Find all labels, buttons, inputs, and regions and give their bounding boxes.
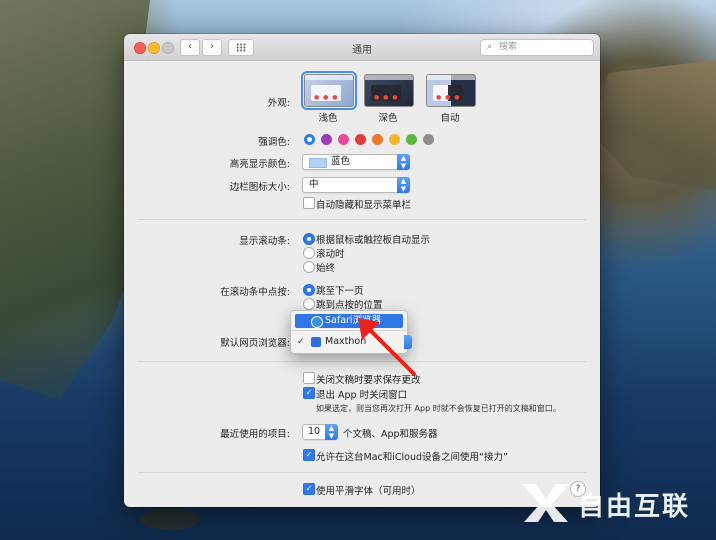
scrollbars-auto-label: 根据鼠标或触控板自动显示 — [316, 235, 431, 246]
recent-items-suffix: 个文稿、App和服务器 — [343, 429, 438, 440]
jump-next-page-radio[interactable] — [303, 284, 315, 296]
auto-hide-menubar-checkbox[interactable] — [303, 197, 315, 209]
wallpaper-rock — [140, 508, 200, 530]
ask-save-on-close-checkbox[interactable] — [303, 372, 315, 384]
appearance-auto-thumb[interactable]: ● ● ● — [426, 74, 476, 107]
default-browser-label: 默认网页浏览器: — [220, 338, 290, 349]
auto-hide-menubar-label: 自动隐藏和显示菜单栏 — [316, 200, 412, 211]
search-placeholder: 搜索 — [499, 42, 518, 52]
accent-color-label: 强调色: — [258, 137, 290, 148]
accent-color-swatch[interactable] — [423, 134, 434, 145]
accent-color-swatch[interactable] — [406, 134, 417, 145]
jump-clicked-spot-radio[interactable] — [303, 298, 315, 310]
click-scrollbar-label: 在滚动条中点按: — [220, 287, 290, 298]
maxthon-icon — [311, 337, 321, 347]
jump-clicked-spot-label: 跳到点按的位置 — [316, 300, 383, 311]
appearance-auto-caption: 自动 — [440, 113, 460, 124]
font-smoothing-label: 使用平滑字体（可用时） — [316, 486, 421, 497]
titlebar: ‹ › 通用 ⌕ 搜索 — [124, 34, 600, 61]
appearance-dark-caption: 深色 — [378, 113, 398, 124]
close-windows-on-quit-label: 退出 App 时关闭窗口 — [316, 390, 408, 401]
watermark-text: 自由互联 — [578, 492, 691, 522]
general-preferences-window: ‹ › 通用 ⌕ 搜索 外观: ● ● ● ● ● ● ● ● ● 浅色 深色 … — [124, 34, 600, 507]
chevron-updown-icon: ▲ ▼ — [325, 424, 338, 440]
sidebar-icon-size-value: 中 — [309, 179, 319, 190]
checkmark-icon: ✓ — [297, 337, 305, 347]
accent-color-swatch[interactable] — [389, 134, 400, 145]
watermark-logo-icon — [522, 484, 570, 522]
search-field[interactable]: ⌕ 搜索 — [480, 39, 594, 56]
scrollbars-always-radio[interactable] — [303, 261, 315, 273]
search-icon: ⌕ — [487, 42, 493, 52]
chevron-updown-icon: ▲ ▼ — [397, 154, 410, 170]
recent-items-label: 最近使用的项目: — [220, 429, 290, 440]
appearance-light-caption: 浅色 — [318, 113, 338, 124]
handoff-label: 允许在这台Mac和iCloud设备之间使用“接力” — [316, 452, 508, 463]
watermark: 自由互联 — [518, 478, 708, 528]
accent-color-swatch[interactable] — [372, 134, 383, 145]
font-smoothing-checkbox[interactable]: ✓ — [303, 483, 315, 495]
show-scrollbars-label: 显示滚动条: — [239, 236, 290, 247]
sidebar-icon-size-popup[interactable]: 中 ▲ ▼ — [302, 177, 410, 193]
jump-next-page-label: 跳至下一页 — [316, 286, 364, 297]
annotation-arrow-icon — [358, 318, 416, 376]
scrollbars-when-scrolling-label: 滚动时 — [316, 249, 345, 260]
appearance-dark-thumb[interactable]: ● ● ● — [364, 74, 414, 107]
handoff-checkbox[interactable]: ✓ — [303, 449, 315, 461]
appearance-light-thumb[interactable]: ● ● ● — [301, 71, 357, 110]
close-windows-on-quit-checkbox[interactable]: ✓ — [303, 387, 315, 399]
recent-items-value: 10 — [308, 426, 321, 437]
accent-color-swatch[interactable] — [321, 134, 332, 145]
highlight-swatch — [309, 158, 327, 168]
accent-color-swatch[interactable] — [304, 134, 315, 145]
highlight-color-label: 高亮显示颜色: — [229, 159, 290, 170]
chevron-updown-icon: ▲ ▼ — [397, 177, 410, 193]
wallpaper-coast-right — [596, 60, 716, 190]
highlight-color-popup[interactable]: 蓝色 ▲ ▼ — [302, 154, 410, 170]
safari-icon — [311, 316, 323, 328]
accent-color-swatch[interactable] — [338, 134, 349, 145]
appearance-label: 外观: — [267, 98, 290, 109]
scrollbars-when-scrolling-radio[interactable] — [303, 247, 315, 259]
accent-color-swatch[interactable] — [355, 134, 366, 145]
divider — [138, 219, 586, 220]
scrollbars-always-label: 始终 — [316, 263, 336, 274]
scrollbars-auto-radio[interactable] — [303, 233, 315, 245]
recent-items-popup[interactable]: 10 ▲ ▼ — [302, 424, 338, 440]
close-windows-note: 如果选定，则当您再次打开 App 时就不会恢复已打开的文稿和窗口。 — [316, 404, 561, 413]
sidebar-icon-size-label: 边栏图标大小: — [229, 182, 290, 193]
highlight-color-value: 蓝色 — [331, 156, 351, 167]
divider — [138, 472, 586, 473]
